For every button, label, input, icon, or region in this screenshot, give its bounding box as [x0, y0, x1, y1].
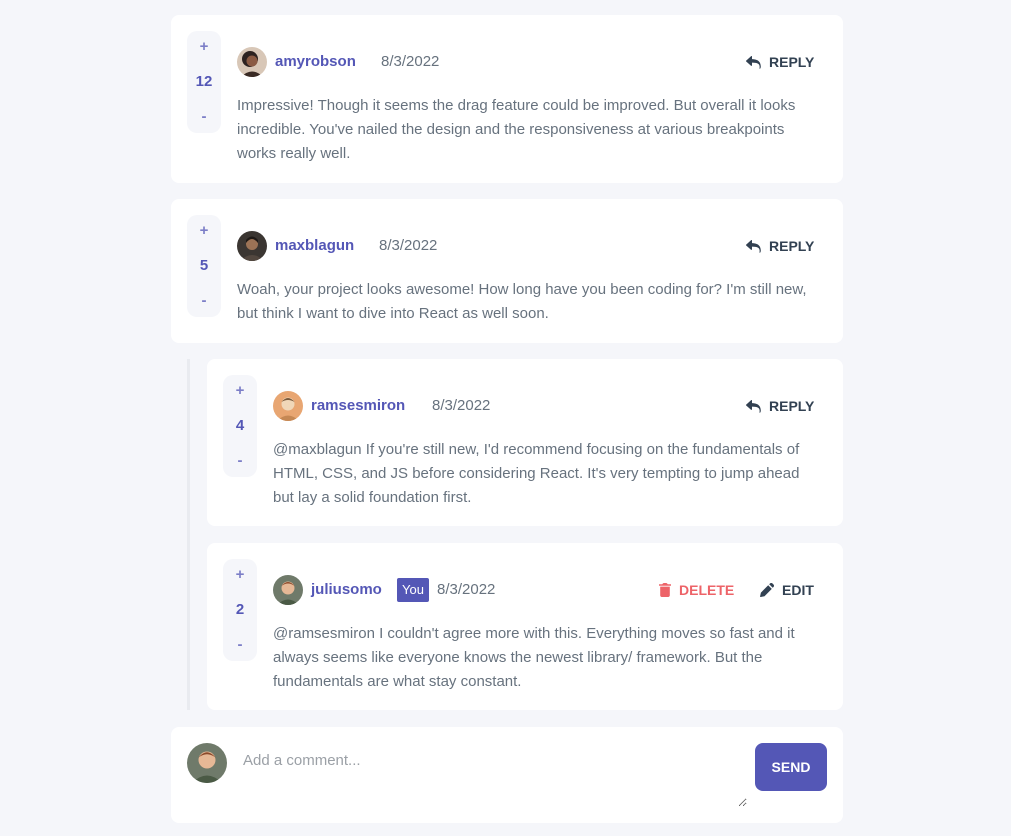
- vote-count: 5: [199, 257, 209, 274]
- downvote-button[interactable]: -: [230, 637, 250, 653]
- you-badge: You: [397, 578, 429, 602]
- downvote-button[interactable]: -: [194, 293, 214, 309]
- avatar: [237, 231, 267, 261]
- edit-label: EDIT: [782, 582, 814, 598]
- avatar: [273, 575, 303, 605]
- vote-count: 12: [195, 73, 213, 90]
- comment-card: + 12 - amyrobson 8/3/2022 REPLY Impressi…: [171, 15, 843, 183]
- username[interactable]: maxblagun: [275, 236, 354, 256]
- edit-button[interactable]: EDIT: [760, 581, 814, 599]
- comment-text: @ramsesmiron I couldn't agree more with …: [273, 625, 795, 690]
- upvote-button[interactable]: +: [230, 383, 250, 399]
- vote-widget: + 12 -: [187, 31, 221, 133]
- vote-count: 4: [235, 417, 245, 434]
- comment-date: 8/3/2022: [379, 237, 438, 254]
- comment-text: Impressive! Though it seems the drag fea…: [237, 97, 796, 162]
- upvote-button[interactable]: +: [230, 567, 250, 583]
- vote-count: 2: [235, 601, 245, 618]
- reply-card: + 4 - ramsesmiron 8/3/2022 REPLY @maxbla…: [207, 359, 843, 526]
- trash-icon: [659, 583, 671, 597]
- avatar: [273, 391, 303, 421]
- vote-widget: + 2 -: [223, 559, 257, 661]
- comment-text: @maxblagun If you're still new, I'd reco…: [273, 441, 800, 506]
- delete-label: DELETE: [679, 582, 735, 598]
- comment-text: Woah, your project looks awesome! How lo…: [237, 281, 807, 322]
- delete-button[interactable]: DELETE: [659, 581, 734, 599]
- downvote-button[interactable]: -: [230, 453, 250, 469]
- vote-widget: + 4 -: [223, 375, 257, 477]
- username[interactable]: ramsesmiron: [311, 396, 405, 416]
- reply-arrow-icon: [746, 399, 761, 413]
- reply-button[interactable]: REPLY: [746, 53, 814, 71]
- current-user-avatar: [187, 743, 227, 783]
- comment-card: + 5 - maxblagun 8/3/2022 REPLY Woah, you…: [171, 199, 843, 343]
- reply-label: REPLY: [769, 238, 815, 254]
- reply-arrow-icon: [746, 239, 761, 253]
- pencil-icon: [760, 583, 774, 597]
- vote-widget: + 5 -: [187, 215, 221, 317]
- reply-thread-line: [187, 359, 190, 710]
- reply-button[interactable]: REPLY: [746, 237, 814, 255]
- comment-date: 8/3/2022: [432, 397, 491, 414]
- reply-arrow-icon: [746, 55, 761, 69]
- username[interactable]: amyrobson: [275, 52, 356, 72]
- reply-label: REPLY: [769, 398, 815, 414]
- username[interactable]: juliusomo: [311, 580, 382, 600]
- comment-input[interactable]: [243, 743, 747, 807]
- upvote-button[interactable]: +: [194, 39, 214, 55]
- comment-date: 8/3/2022: [381, 53, 440, 70]
- reply-button[interactable]: REPLY: [746, 397, 814, 415]
- upvote-button[interactable]: +: [194, 223, 214, 239]
- reply-label: REPLY: [769, 54, 815, 70]
- comment-date: 8/3/2022: [437, 581, 496, 598]
- add-comment-card: SEND: [171, 727, 843, 823]
- downvote-button[interactable]: -: [194, 109, 214, 125]
- reply-card: + 2 - juliusomo You 8/3/2022 DELETE EDIT…: [207, 543, 843, 710]
- avatar: [237, 47, 267, 77]
- send-button[interactable]: SEND: [755, 743, 827, 791]
